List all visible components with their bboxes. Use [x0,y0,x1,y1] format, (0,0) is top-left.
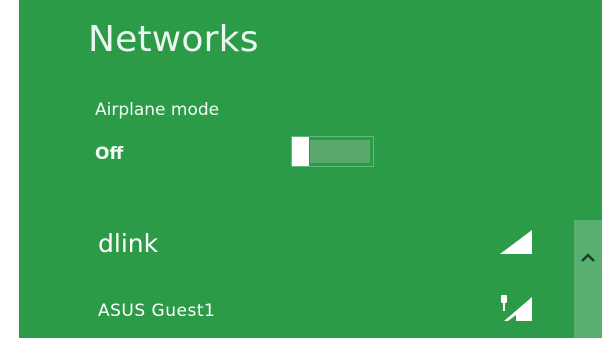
network-item-dlink[interactable]: dlink [19,210,573,274]
toggle-thumb[interactable] [292,137,309,166]
network-name: dlink [98,229,159,258]
toggle-track [310,140,370,163]
wifi-signal-secured-icon [501,295,532,321]
networks-panel: Networks Airplane mode Off dlink ASUS Gu… [19,0,602,338]
network-item-asus-guest1[interactable]: ASUS Guest1 [19,274,573,338]
network-name: ASUS Guest1 [98,301,216,321]
chevron-up-icon[interactable] [574,248,602,268]
airplane-mode-state: Off [95,144,124,164]
scrollbar[interactable] [574,220,602,338]
airplane-mode-label: Airplane mode [95,100,220,120]
airplane-mode-toggle[interactable] [291,136,374,167]
network-list: dlink ASUS Guest1 [19,210,573,338]
page-title: Networks [88,19,259,60]
wifi-signal-icon [500,230,532,254]
